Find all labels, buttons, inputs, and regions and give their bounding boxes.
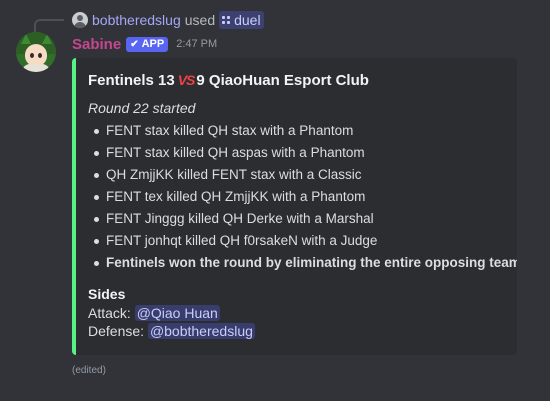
kill-event: FENT jonhqt killed QH f0rsakeN with a Ju… — [94, 230, 505, 252]
team1-score: 13 — [158, 71, 175, 89]
slash-command-icon — [222, 15, 231, 25]
kill-feed-list: FENT stax killed QH stax with a Phantom … — [88, 120, 517, 274]
vs-icon: VS — [177, 72, 196, 88]
discord-message-area: bobtheredslug used duel Sabine ✔ APP 2:4… — [0, 0, 550, 401]
kill-event: FENT stax killed QH aspas with a Phantom — [94, 142, 505, 164]
kill-event: QH ZmjjKK killed FENT stax with a Classi… — [94, 164, 505, 186]
kill-event: FENT tex killed QH ZmjjKK with a Phantom — [94, 186, 505, 208]
defense-row: Defense: @bobtheredslug — [88, 322, 505, 340]
attack-label: Attack: — [88, 305, 131, 321]
reply-context[interactable]: bobtheredslug used duel — [72, 11, 264, 29]
message-header: Sabine ✔ APP 2:47 PM — [72, 34, 217, 54]
message-timestamp[interactable]: 2:47 PM — [176, 38, 217, 50]
kill-event: FENT Jinggg killed QH Derke with a Marsh… — [94, 208, 505, 230]
embed-accent-bar — [72, 58, 76, 355]
team2-score: 9 — [196, 71, 205, 89]
sides-heading: Sides — [88, 286, 126, 302]
command-mention[interactable]: duel — [219, 11, 264, 29]
team2-name: QiaoHuan Esport Club — [208, 71, 369, 89]
app-badge: ✔ APP — [126, 36, 169, 52]
defense-label: Defense: — [88, 323, 145, 339]
reply-avatar[interactable] — [72, 12, 88, 28]
command-name: duel — [234, 12, 261, 28]
match-embed: Fentinels 13 VS 9 QiaoHuan Esport Club R… — [72, 58, 517, 355]
round-result: Fentinels won the round by eliminating t… — [94, 252, 517, 274]
attack-mention[interactable]: @Qiao Huan — [134, 305, 220, 321]
reply-used-text: used — [184, 12, 216, 28]
defense-mention[interactable]: @bobtheredslug — [147, 323, 255, 339]
kill-event: FENT stax killed QH stax with a Phantom — [94, 120, 505, 142]
embed-title: Fentinels 13 VS 9 QiaoHuan Esport Club — [88, 70, 505, 90]
author-name[interactable]: Sabine — [72, 36, 121, 53]
attack-row: Attack: @Qiao Huan — [88, 304, 505, 322]
check-icon: ✔ — [130, 38, 139, 50]
edited-label: (edited) — [72, 365, 106, 376]
app-badge-label: APP — [141, 38, 165, 50]
author-avatar[interactable] — [16, 32, 56, 72]
team1-name: Fentinels — [88, 71, 154, 89]
reply-username[interactable]: bobtheredslug — [92, 12, 181, 28]
round-status: Round 22 started — [88, 100, 196, 116]
